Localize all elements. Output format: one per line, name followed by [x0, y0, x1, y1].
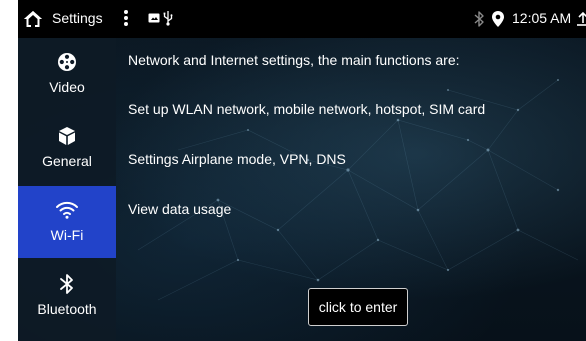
sidebar-item-wifi[interactable]: Wi-Fi: [18, 186, 116, 258]
enter-button[interactable]: click to enter: [308, 288, 408, 326]
sidebar-item-label: Video: [49, 79, 85, 95]
sidebar-item-video[interactable]: Video: [18, 38, 116, 110]
sidebar-item-general[interactable]: General: [18, 112, 116, 184]
settings-screen: Settings 12:05 AM Video General Wi-Fi Bl…: [18, 0, 586, 341]
status-bar: Settings 12:05 AM: [18, 0, 586, 38]
sidebar-item-label: Wi-Fi: [50, 227, 84, 243]
more-vert-icon[interactable]: [122, 8, 130, 30]
description-line: Set up WLAN network, mobile network, hot…: [128, 101, 486, 117]
usb-icon: [163, 11, 173, 26]
bluetooth-icon: [474, 11, 484, 27]
film-reel-icon: [58, 53, 76, 71]
description-line: Network and Internet settings, the main …: [128, 52, 460, 68]
status-time: 12:05 AM: [512, 10, 572, 26]
upload-icon: [577, 11, 586, 26]
location-icon: [492, 11, 504, 27]
cube-icon: [59, 127, 75, 145]
sidebar-item-label: Bluetooth: [37, 301, 97, 317]
media-icon: [148, 13, 160, 23]
settings-sidebar: Video General Wi-Fi Bluetooth: [18, 38, 116, 341]
wifi-icon: [56, 201, 78, 219]
sidebar-item-bluetooth[interactable]: Bluetooth: [18, 260, 116, 332]
description-line: View data usage: [128, 201, 232, 217]
bluetooth-icon: [60, 274, 73, 294]
description-line: Settings Airplane mode, VPN, DNS: [128, 151, 346, 167]
sidebar-item-label: General: [42, 153, 92, 169]
home-icon[interactable]: [22, 8, 44, 30]
app-title: Settings: [52, 10, 103, 26]
